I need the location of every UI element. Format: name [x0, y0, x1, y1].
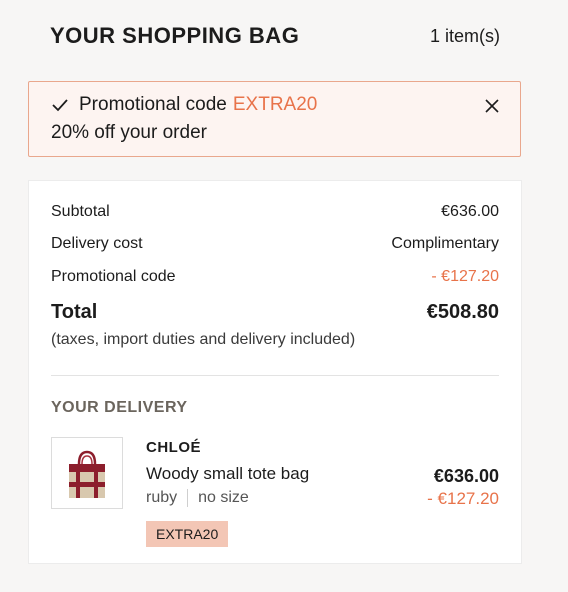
item-discount: - €127.20	[427, 489, 499, 508]
item-name[interactable]: Woody small tote bag	[146, 464, 309, 484]
total-row: Total €508.80	[51, 301, 499, 324]
item-count: 1 item(s)	[429, 25, 500, 46]
item-size: no size	[198, 489, 249, 506]
item-price: €636.00	[433, 466, 499, 486]
tote-bag-image	[69, 450, 105, 498]
delivery-row: Delivery cost Complimentary	[51, 235, 499, 253]
promo-row-value: - €127.20	[431, 268, 499, 285]
page-title: YOUR SHOPPING BAG	[50, 23, 300, 48]
item-brand: CHLOÉ	[146, 439, 201, 456]
bag-header: YOUR SHOPPING BAG 1 item(s)	[50, 20, 500, 52]
promo-row: Promotional code - €127.20	[51, 268, 499, 286]
item-variant: ruby no size	[146, 489, 249, 507]
subtotal-value: €636.00	[441, 203, 499, 220]
promo-description: 20% off your order	[51, 122, 207, 143]
delivery-title: YOUR DELIVERY	[51, 399, 188, 416]
item-color: ruby	[146, 489, 178, 506]
check-icon	[52, 99, 68, 112]
close-icon[interactable]	[484, 98, 500, 114]
tax-note: (taxes, import duties and delivery inclu…	[51, 331, 356, 348]
subtotal-label: Subtotal	[51, 203, 110, 220]
promo-label: Promotional code	[79, 94, 227, 115]
promo-code: EXTRA20	[232, 94, 318, 115]
subtotal-row: Subtotal €636.00	[51, 203, 499, 221]
promo-banner: Promotional code EXTRA20 20% off your or…	[28, 81, 521, 157]
total-value: €508.80	[426, 301, 499, 323]
product-thumbnail[interactable]	[51, 437, 123, 509]
item-promo-tag: EXTRA20	[146, 521, 229, 547]
promo-heading: Promotional code EXTRA20	[51, 94, 317, 116]
order-summary: Subtotal €636.00 Delivery cost Complimen…	[28, 180, 522, 564]
total-label: Total	[51, 301, 98, 323]
promo-row-label: Promotional code	[51, 268, 176, 285]
variant-separator	[187, 489, 189, 507]
delivery-label: Delivery cost	[51, 235, 143, 252]
divider	[51, 375, 499, 376]
delivery-value: Complimentary	[391, 235, 499, 252]
